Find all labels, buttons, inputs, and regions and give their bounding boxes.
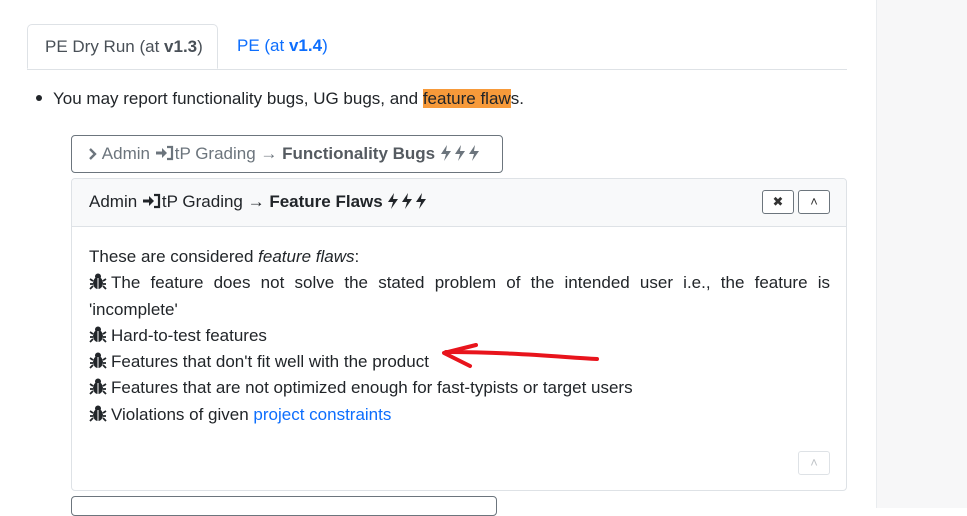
right-gutter bbox=[876, 0, 967, 508]
highlighted-text: feature flaw bbox=[422, 89, 511, 108]
chevron-up-icon: ˄ bbox=[810, 455, 818, 470]
tab-pe-dry-run[interactable]: PE Dry Run (at v1.3) bbox=[27, 24, 218, 69]
close-button[interactable]: ✖ bbox=[762, 190, 794, 214]
list-item: Hard-to-test features bbox=[89, 323, 830, 349]
panel-header[interactable]: Admin tP Grading → Feature Flaws ✖ ˄ bbox=[72, 179, 846, 227]
bug-icon bbox=[89, 378, 111, 397]
panel-intro: These are considered feature flaws: bbox=[89, 247, 360, 266]
list-item: Features that are not optimized enough f… bbox=[89, 375, 830, 401]
list-item: Violations of given project constraints bbox=[89, 402, 830, 428]
list-item: The feature does not solve the stated pr… bbox=[89, 273, 830, 319]
project-constraints-link[interactable]: project constraints bbox=[253, 405, 391, 424]
bug-icon bbox=[89, 352, 111, 371]
bug-icon bbox=[89, 326, 111, 345]
tab-pe[interactable]: PE (at v1.4) bbox=[220, 24, 345, 68]
bug-icon bbox=[89, 273, 111, 292]
next-toggle-button[interactable] bbox=[71, 496, 497, 516]
list-item: Features that don't fit well with the pr… bbox=[89, 349, 830, 375]
sign-in-icon bbox=[142, 192, 162, 211]
panel-body: These are considered feature flaws: The … bbox=[89, 244, 830, 428]
chevron-right-icon bbox=[88, 144, 102, 163]
tab-bar: PE Dry Run (at v1.3) PE (at v1.4) bbox=[27, 24, 847, 70]
chevron-up-icon: ˄ bbox=[810, 194, 818, 209]
intro-bullet: You may report functionality bugs, UG bu… bbox=[36, 86, 524, 112]
feature-flaws-panel: Admin tP Grading → Feature Flaws ✖ ˄ The… bbox=[71, 178, 847, 491]
bug-icon bbox=[89, 405, 111, 424]
functionality-bugs-toggle[interactable]: Admin tP Grading → Functionality Bugs bbox=[71, 135, 503, 173]
close-icon: ✖ bbox=[772, 194, 784, 209]
bolt-icons bbox=[387, 192, 435, 211]
collapse-button[interactable]: ˄ bbox=[798, 190, 830, 214]
bullet-dot bbox=[36, 94, 42, 101]
bottom-collapse-button[interactable]: ˄ bbox=[798, 451, 830, 475]
panel-title: Admin tP Grading → Feature Flaws bbox=[89, 179, 435, 224]
bolt-icons bbox=[440, 144, 488, 163]
sign-in-icon bbox=[155, 144, 175, 163]
